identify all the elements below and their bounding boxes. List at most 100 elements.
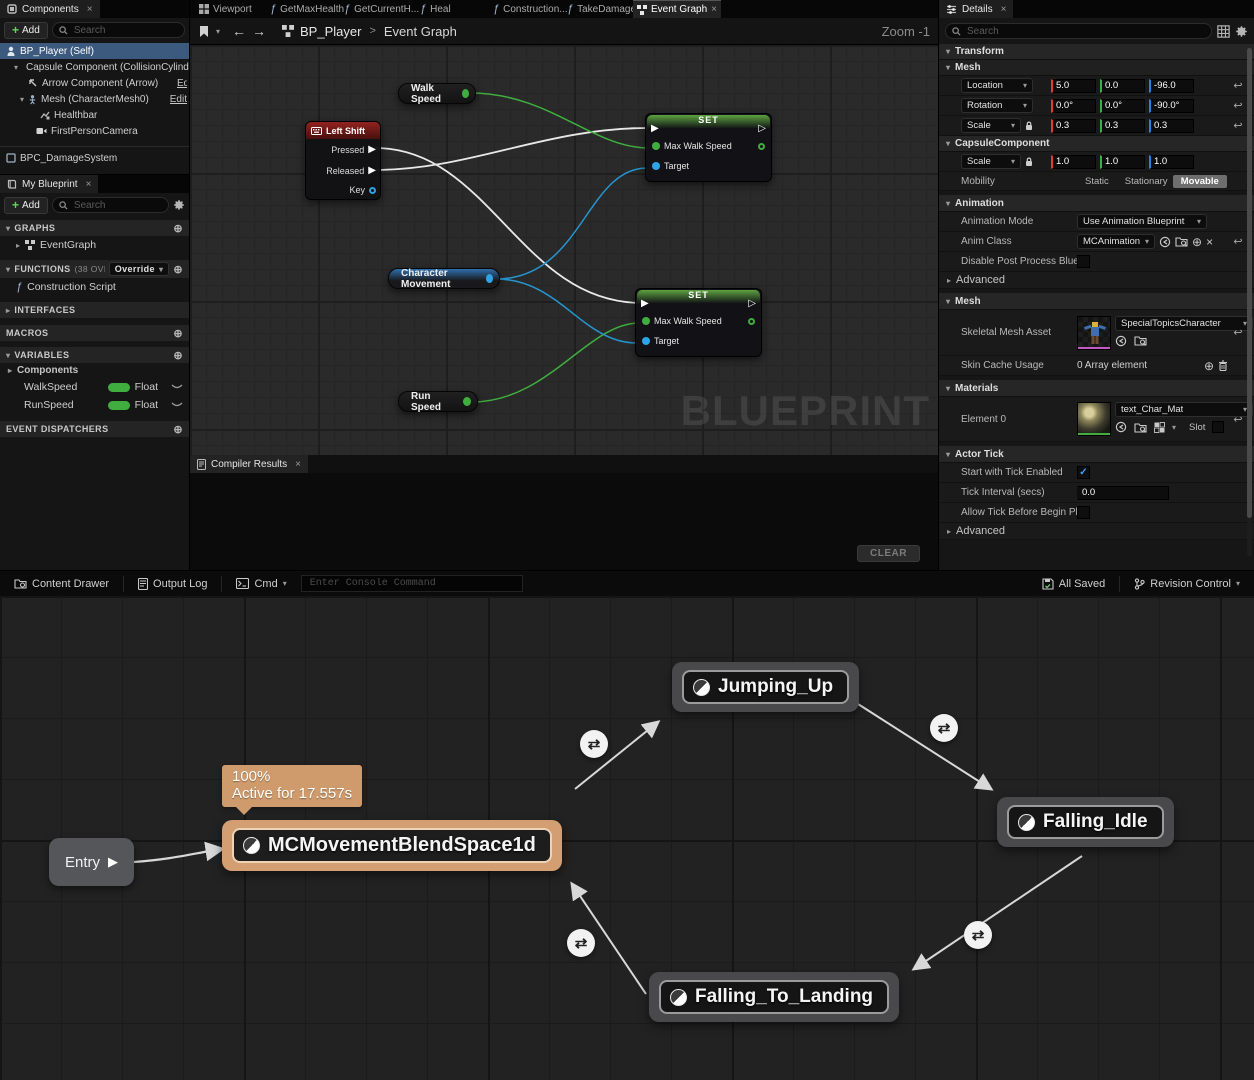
chevron-down-icon[interactable]: ▾	[1172, 423, 1176, 432]
scale-y-field[interactable]: 0.3	[1100, 119, 1145, 133]
tab-viewport[interactable]: Viewport	[195, 0, 256, 18]
exec-pin[interactable]: ▶	[368, 166, 376, 176]
location-z-field[interactable]: -96.0	[1149, 79, 1194, 93]
texture-settings-icon[interactable]	[1154, 422, 1165, 433]
state-node-blendspace[interactable]: MCMovementBlendSpace1d	[222, 820, 562, 871]
mesh-section-header[interactable]: ▾ Mesh	[939, 293, 1254, 310]
use-selected-asset-icon[interactable]	[1159, 236, 1171, 248]
tab-my-blueprint[interactable]: My Blueprint ×	[0, 175, 98, 193]
event-graph-canvas[interactable]: Walk Speed Left Shift Pressed ▶ Released…	[190, 45, 938, 455]
add-component-button[interactable]: + Add	[4, 22, 48, 39]
float-output-pin[interactable]	[758, 143, 765, 150]
browse-asset-icon[interactable]	[1134, 422, 1147, 433]
animation-state-machine-canvas[interactable]: Entry ▶ 100% Active for 17.557s MCMoveme…	[0, 596, 1254, 1080]
allow-tick-checkbox[interactable]	[1077, 506, 1090, 519]
output-log-button[interactable]: Output Log	[132, 574, 213, 594]
exec-in-pin[interactable]: ▶	[641, 298, 649, 309]
actor-tick-header[interactable]: ▾ Actor Tick	[939, 446, 1254, 463]
edit-link[interactable]: Edit	[170, 94, 187, 105]
exec-out-pin[interactable]: ▷	[758, 123, 766, 134]
my-blueprint-search[interactable]	[52, 197, 169, 213]
slot-checkbox[interactable]	[1212, 421, 1224, 433]
forward-arrow-icon[interactable]: →	[252, 24, 266, 38]
event-dispatchers-header[interactable]: EVENT DISPATCHERS ⊕	[0, 421, 189, 437]
node-left-shift[interactable]: Left Shift Pressed ▶ Released ▶ Key	[305, 121, 381, 200]
capsule-scale-x-field[interactable]: 1.0	[1051, 155, 1096, 169]
tab-construction[interactable]: ƒ Construction...	[489, 0, 572, 18]
capsule-component-header[interactable]: ▾ CapsuleComponent	[939, 136, 1254, 152]
float-input-pin[interactable]	[652, 142, 660, 150]
tree-row-mesh[interactable]: ▾ Mesh (CharacterMesh0) Edit	[0, 91, 189, 107]
object-output-pin[interactable]	[486, 274, 493, 283]
disable-post-process-checkbox[interactable]	[1077, 255, 1090, 268]
object-input-pin[interactable]	[652, 162, 660, 170]
eye-closed-icon[interactable]	[171, 384, 183, 390]
content-drawer-button[interactable]: Content Drawer	[8, 574, 115, 594]
reset-icon[interactable]: ↩	[1228, 79, 1248, 92]
state-node-falling-to-landing[interactable]: Falling_To_Landing	[649, 972, 899, 1022]
skeletal-mesh-thumbnail[interactable]	[1077, 316, 1111, 350]
mobility-static-button[interactable]: Static	[1077, 176, 1117, 187]
add-dispatcher-icon[interactable]: ⊕	[173, 423, 183, 436]
trash-icon[interactable]	[1218, 360, 1228, 371]
rotation-y-field[interactable]: 0.0°	[1100, 99, 1145, 113]
tree-row-damagesystem[interactable]: BPC_DamageSystem	[0, 150, 189, 166]
rotation-z-field[interactable]: -90.0°	[1149, 99, 1194, 113]
add-element-icon[interactable]: ⊕	[1204, 359, 1214, 373]
tick-interval-field[interactable]: 0.0	[1077, 486, 1169, 500]
lock-icon[interactable]	[1025, 157, 1033, 167]
tab-getmaxhealth[interactable]: ƒ GetMaxHealth	[266, 0, 348, 18]
capsule-scale-dropdown[interactable]: Scale ▾	[961, 154, 1021, 169]
display-options-icon[interactable]	[1217, 25, 1230, 38]
node-set-max-walk-speed-1[interactable]: SET ▶ ▷ Max Walk Speed Target	[645, 113, 772, 182]
float-output-pin[interactable]	[463, 397, 471, 406]
node-character-movement[interactable]: Character Movement	[388, 268, 500, 289]
animation-header[interactable]: ▾ Animation	[939, 195, 1254, 212]
scale-z-field[interactable]: 0.3	[1149, 119, 1194, 133]
node-walk-speed[interactable]: Walk Speed	[398, 83, 476, 104]
tab-heal[interactable]: ƒ Heal	[416, 0, 455, 18]
macros-header[interactable]: MACROS ⊕	[0, 325, 189, 341]
details-scrollbar[interactable]	[1247, 48, 1252, 556]
reset-icon[interactable]: ↩	[1228, 99, 1248, 112]
chevron-down-icon[interactable]: ▾	[216, 27, 220, 36]
back-arrow-icon[interactable]: ←	[232, 24, 246, 38]
add-macro-icon[interactable]: ⊕	[173, 327, 183, 340]
transform-header[interactable]: ▾ Transform	[939, 44, 1254, 60]
animation-advanced-row[interactable]: ▸ Advanced	[939, 272, 1254, 289]
chevron-down-icon[interactable]: ▾	[14, 63, 18, 72]
variable-row-walkspeed[interactable]: WalkSpeed Float	[0, 378, 189, 396]
add-function-icon[interactable]: ⊕	[173, 263, 183, 276]
transition-rule-icon[interactable]: ⇄	[964, 921, 992, 949]
reset-icon[interactable]: ↩	[1228, 326, 1248, 339]
gear-icon[interactable]	[1235, 25, 1248, 38]
tab-components[interactable]: Components ×	[0, 0, 100, 18]
gear-icon[interactable]	[173, 199, 185, 211]
animation-mode-dropdown[interactable]: Use Animation Blueprint ▾	[1077, 214, 1207, 229]
clear-icon[interactable]: ×	[1206, 235, 1213, 249]
start-tick-checkbox[interactable]: ✓	[1077, 466, 1090, 479]
details-search[interactable]	[945, 23, 1212, 39]
tab-details[interactable]: Details ×	[939, 0, 1013, 18]
revision-control-button[interactable]: Revision Control ▾	[1128, 574, 1246, 594]
tree-row-healthbar[interactable]: Healthbar	[0, 107, 189, 123]
reset-icon[interactable]: ↩	[1228, 235, 1248, 248]
clear-button[interactable]: CLEAR	[857, 545, 920, 562]
material-thumbnail[interactable]	[1077, 402, 1111, 436]
override-dropdown[interactable]: Override ▾	[109, 262, 170, 276]
exec-pin[interactable]: ▶	[368, 145, 376, 155]
tab-compiler-results[interactable]: Compiler Results ×	[190, 455, 308, 473]
scale-dropdown[interactable]: Scale ▾	[961, 118, 1021, 133]
rotation-dropdown[interactable]: Rotation ▾	[961, 98, 1033, 113]
mesh-subheader[interactable]: ▾ Mesh	[939, 60, 1254, 76]
tab-takedamage[interactable]: ƒ TakeDamage	[563, 0, 640, 18]
tab-event-graph[interactable]: Event Graph ×	[633, 0, 721, 18]
interfaces-header[interactable]: ▸ INTERFACES	[0, 302, 189, 318]
exec-out-pin[interactable]: ▷	[748, 298, 756, 309]
breadcrumb-root[interactable]: BP_Player	[300, 24, 361, 39]
entry-node[interactable]: Entry ▶	[49, 838, 134, 886]
anim-class-dropdown[interactable]: MCAnimation ▾	[1077, 234, 1155, 249]
browse-asset-icon[interactable]	[1134, 335, 1147, 346]
location-x-field[interactable]: 5.0	[1051, 79, 1096, 93]
tree-row-arrow[interactable]: Arrow Component (Arrow) Edit	[0, 75, 189, 91]
